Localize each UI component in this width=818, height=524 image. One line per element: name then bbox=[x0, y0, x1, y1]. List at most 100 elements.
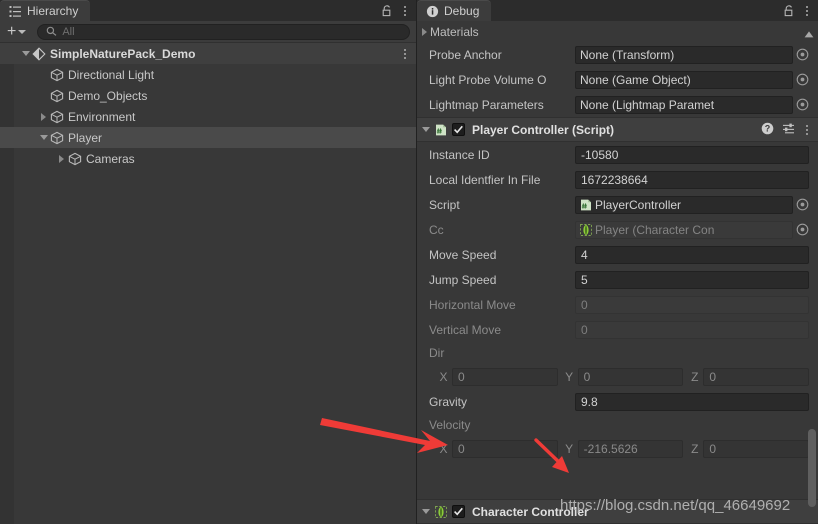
gameobject-icon bbox=[50, 68, 64, 82]
materials-foldout[interactable]: Materials bbox=[417, 21, 818, 42]
hierarchy-item-player[interactable]: Player bbox=[0, 127, 416, 148]
axis-input-y[interactable]: -216.5626 bbox=[577, 439, 684, 458]
inspector-body: Materials Probe Anchor None (Transform) Li… bbox=[417, 21, 818, 524]
scrollbar-thumb[interactable] bbox=[808, 429, 816, 507]
tab-debug[interactable]: Debug bbox=[417, 0, 492, 21]
axis-input-y[interactable]: 0 bbox=[577, 367, 684, 386]
gameobject-icon bbox=[50, 110, 64, 124]
scroll-up-arrow-icon[interactable] bbox=[804, 27, 814, 41]
chevron-down-icon bbox=[18, 29, 27, 34]
object-field-value[interactable]: PlayerController bbox=[575, 195, 793, 214]
fold-toggle[interactable] bbox=[37, 106, 50, 127]
axis-input-x[interactable]: 0 bbox=[452, 367, 558, 386]
hierarchy-item-demo-objects[interactable]: Demo_Objects bbox=[0, 85, 416, 106]
property-row: Move Speed 4 bbox=[417, 242, 818, 267]
search-input[interactable]: All bbox=[37, 23, 410, 40]
property-label: Light Probe Volume O bbox=[429, 72, 547, 87]
object-field-value[interactable]: Player (Character Con bbox=[575, 220, 793, 239]
axis-label-y: Y bbox=[565, 441, 574, 456]
hierarchy-item-label: Player bbox=[68, 130, 103, 145]
vector-component-x: X0 bbox=[439, 367, 558, 386]
property-label: Jump Speed bbox=[429, 272, 497, 287]
tab-debug-label: Debug bbox=[444, 4, 480, 18]
property-value-input[interactable]: 0 bbox=[575, 295, 809, 314]
character-controller-icon bbox=[435, 505, 447, 518]
search-icon bbox=[46, 26, 57, 37]
axis-label-x: X bbox=[439, 369, 448, 384]
property-label: Instance ID bbox=[429, 147, 490, 162]
hierarchy-item-label: Demo_Objects bbox=[68, 88, 148, 103]
kebab-menu-icon[interactable] bbox=[804, 5, 810, 16]
gameobject-icon bbox=[68, 152, 82, 166]
property-row: Instance ID -10580 bbox=[417, 142, 818, 167]
property-value-input[interactable]: 4 bbox=[575, 245, 809, 264]
hierarchy-item-label: Directional Light bbox=[68, 67, 155, 82]
hierarchy-item-environment[interactable]: Environment bbox=[0, 106, 416, 127]
unlocked-padlock-icon[interactable] bbox=[783, 4, 795, 17]
vector-component-z: Z0 bbox=[690, 439, 810, 458]
inspector-debug-panel: Debug Materials Probe Anchor None (Transf bbox=[417, 0, 818, 524]
add-gameobject-button[interactable]: + bbox=[5, 23, 28, 39]
property-value-input[interactable]: -10580 bbox=[575, 145, 809, 164]
inspector-tab-actions bbox=[783, 0, 818, 21]
property-value-input[interactable]: 1672238664 bbox=[575, 170, 809, 189]
vector-component-y: Y -216.5626 bbox=[565, 439, 684, 458]
chevron-right-icon bbox=[59, 154, 64, 163]
component-enabled-checkbox[interactable] bbox=[452, 123, 465, 136]
hierarchy-toolbar: + All bbox=[0, 21, 416, 43]
object-field-value[interactable]: None (Game Object) bbox=[575, 70, 793, 89]
gameobject-icon bbox=[50, 131, 64, 145]
kebab-menu-icon[interactable] bbox=[402, 5, 408, 16]
object-field[interactable]: None (Transform) bbox=[575, 45, 809, 64]
object-field[interactable]: None (Lightmap Paramet bbox=[575, 95, 809, 114]
object-field[interactable]: PlayerController bbox=[575, 195, 809, 214]
property-label: Probe Anchor bbox=[429, 47, 502, 62]
hierarchy-item-directional-light[interactable]: Directional Light bbox=[0, 64, 416, 85]
gameobject-icon bbox=[50, 89, 64, 103]
axis-label-z: Z bbox=[691, 441, 699, 456]
fold-toggle[interactable] bbox=[37, 127, 50, 148]
hierarchy-item-cameras[interactable]: Cameras bbox=[0, 148, 416, 169]
unlocked-padlock-icon[interactable] bbox=[381, 4, 393, 17]
character-controller-icon bbox=[580, 223, 592, 236]
kebab-menu-icon[interactable] bbox=[402, 48, 408, 59]
component-header-actions: ? bbox=[761, 122, 810, 138]
property-row: Horizontal Move 0 bbox=[417, 292, 818, 317]
fold-toggle[interactable] bbox=[55, 148, 68, 169]
axis-label-y: Y bbox=[565, 369, 574, 384]
csharp-script-icon bbox=[580, 199, 592, 211]
axis-input-x[interactable]: 0 bbox=[452, 439, 558, 458]
inspector-tabbar: Debug bbox=[417, 0, 818, 21]
chevron-down-icon bbox=[39, 135, 48, 140]
axis-input-z[interactable]: 0 bbox=[703, 367, 810, 386]
chevron-down-icon[interactable] bbox=[422, 509, 430, 514]
property-row: Cc Player (Character Con bbox=[417, 217, 818, 242]
csharp-script-icon bbox=[435, 124, 447, 136]
player-controller-header[interactable]: Player Controller (Script) ? bbox=[417, 117, 818, 142]
object-field-value[interactable]: None (Transform) bbox=[575, 45, 793, 64]
fold-toggle[interactable] bbox=[19, 43, 32, 64]
preset-sliders-icon[interactable] bbox=[782, 122, 796, 138]
axis-input-z[interactable]: 0 bbox=[703, 439, 810, 458]
chevron-right-icon bbox=[422, 27, 427, 36]
help-circle-icon[interactable]: ? bbox=[761, 122, 774, 138]
object-field[interactable]: None (Game Object) bbox=[575, 70, 809, 89]
chevron-down-icon[interactable] bbox=[422, 127, 430, 132]
component-enabled-checkbox[interactable] bbox=[452, 505, 465, 518]
property-value-input[interactable]: 9.8 bbox=[575, 392, 809, 411]
axis-label-x: X bbox=[439, 441, 448, 456]
object-field[interactable]: Player (Character Con bbox=[575, 220, 809, 239]
tab-hierarchy[interactable]: Hierarchy bbox=[0, 0, 91, 21]
inspector-scrollbar[interactable] bbox=[806, 41, 817, 524]
hierarchy-item-simplenaturepack-demo[interactable]: SimpleNaturePack_Demo bbox=[0, 43, 416, 64]
hierarchy-panel: Hierarchy + All SimpleNaturePack_Demo Di… bbox=[0, 0, 417, 524]
vector-component-x: X0 bbox=[439, 439, 558, 458]
property-value-input[interactable]: 0 bbox=[575, 320, 809, 339]
object-field-value[interactable]: None (Lightmap Paramet bbox=[575, 95, 793, 114]
property-value-input[interactable]: 5 bbox=[575, 270, 809, 289]
chevron-right-icon bbox=[41, 112, 46, 121]
info-circle-icon bbox=[426, 5, 439, 18]
property-label: Horizontal Move bbox=[429, 297, 516, 312]
object-field-text: PlayerController bbox=[595, 197, 682, 212]
